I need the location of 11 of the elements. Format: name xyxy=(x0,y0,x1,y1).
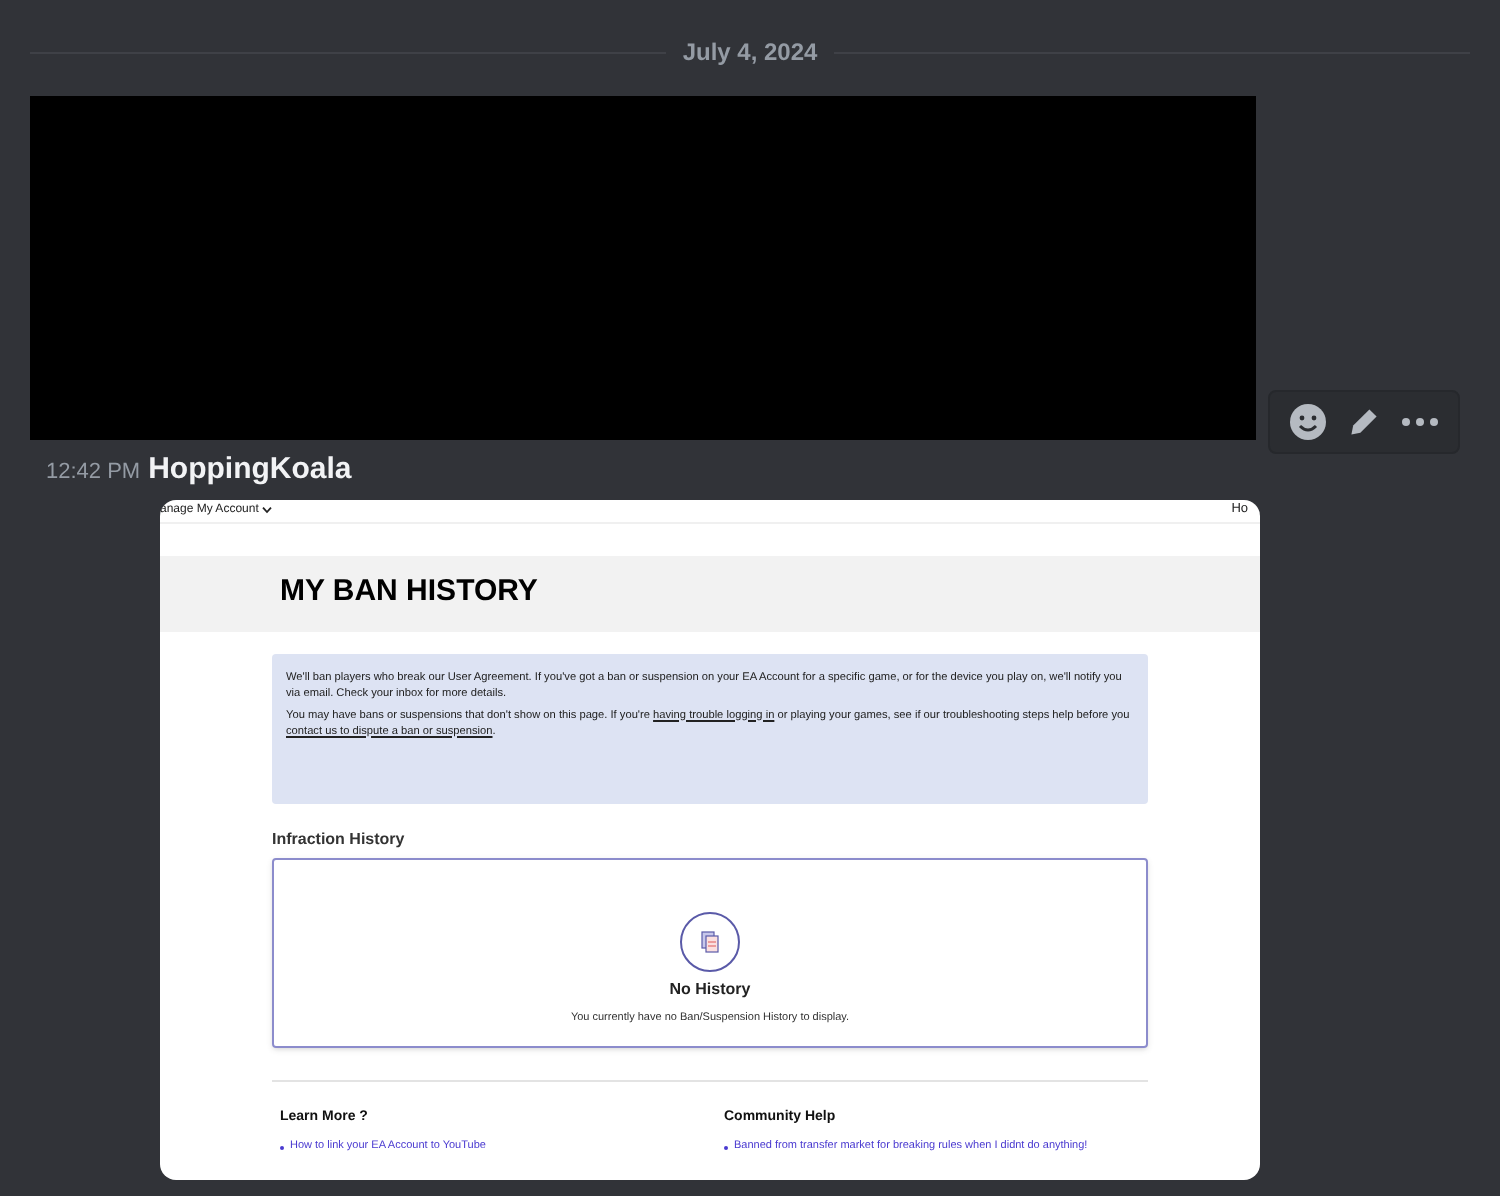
date-divider: July 4, 2024 xyxy=(682,36,818,70)
empty-title: No History xyxy=(669,977,751,1001)
emoji-icon[interactable] xyxy=(1287,402,1328,442)
more-icon[interactable] xyxy=(1400,416,1441,428)
page-title: MY BAN HISTORY xyxy=(280,572,538,613)
pencil-icon[interactable] xyxy=(1345,404,1382,440)
username[interactable]: HoppingKoala xyxy=(148,448,352,493)
section-heading: Infraction History xyxy=(272,827,407,851)
document-icon xyxy=(680,911,740,971)
timestamp: 12:42 PM xyxy=(46,458,141,488)
chevron-icon xyxy=(262,506,273,514)
